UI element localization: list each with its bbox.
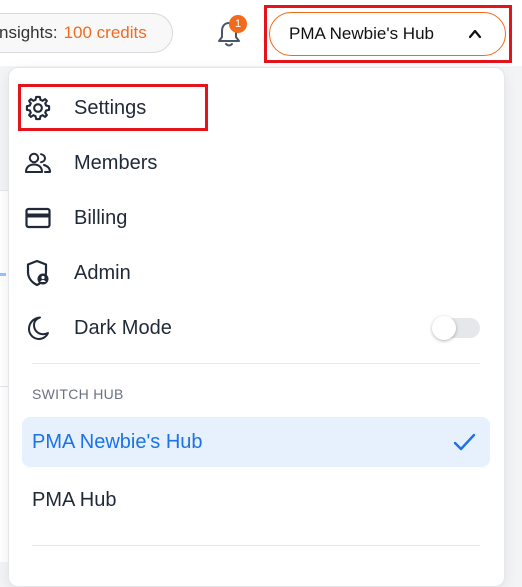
credits-label: nsights: xyxy=(0,23,58,42)
menu-item-members[interactable]: Members xyxy=(18,139,478,187)
checkmark-icon xyxy=(452,430,476,454)
switch-hub-heading: SWITCH HUB xyxy=(32,386,124,402)
top-bar: nsights: 100 credits 1 PMA Newbie's Hub xyxy=(0,0,522,66)
menu-item-billing[interactable]: Billing xyxy=(18,194,478,242)
dark-mode-toggle[interactable] xyxy=(432,316,480,340)
hub-button-highlight xyxy=(264,5,512,63)
hub-option-label: PMA Newbie's Hub xyxy=(32,430,203,453)
hub-option-pma-newbies-hub[interactable]: PMA Newbie's Hub xyxy=(22,417,490,467)
menu-divider xyxy=(32,363,480,364)
menu-item-admin-label: Admin xyxy=(74,261,131,284)
menu-item-billing-label: Billing xyxy=(74,206,128,229)
notification-badge: 1 xyxy=(229,15,247,33)
credits-pill[interactable]: nsights: 100 credits xyxy=(0,13,173,53)
background-accent-line xyxy=(0,273,6,276)
dark-mode-toggle-knob xyxy=(432,316,456,340)
menu-divider xyxy=(32,545,480,546)
hub-option-label: PMA Hub xyxy=(32,488,117,511)
menu-item-members-label: Members xyxy=(74,151,158,174)
credits-value: 100 credits xyxy=(63,23,147,42)
background-divider xyxy=(0,386,8,387)
menu-item-admin[interactable]: Admin xyxy=(18,249,478,297)
menu-item-dark-mode: Dark Mode xyxy=(18,304,478,352)
settings-highlight xyxy=(18,84,208,131)
hub-option-pma-hub[interactable]: PMA Hub xyxy=(22,475,490,525)
moon-icon xyxy=(23,313,53,343)
background-panel xyxy=(0,190,8,562)
members-icon xyxy=(23,148,53,178)
credit-card-icon xyxy=(23,203,53,233)
menu-item-dark-mode-label: Dark Mode xyxy=(74,316,172,339)
shield-user-icon xyxy=(23,258,53,288)
